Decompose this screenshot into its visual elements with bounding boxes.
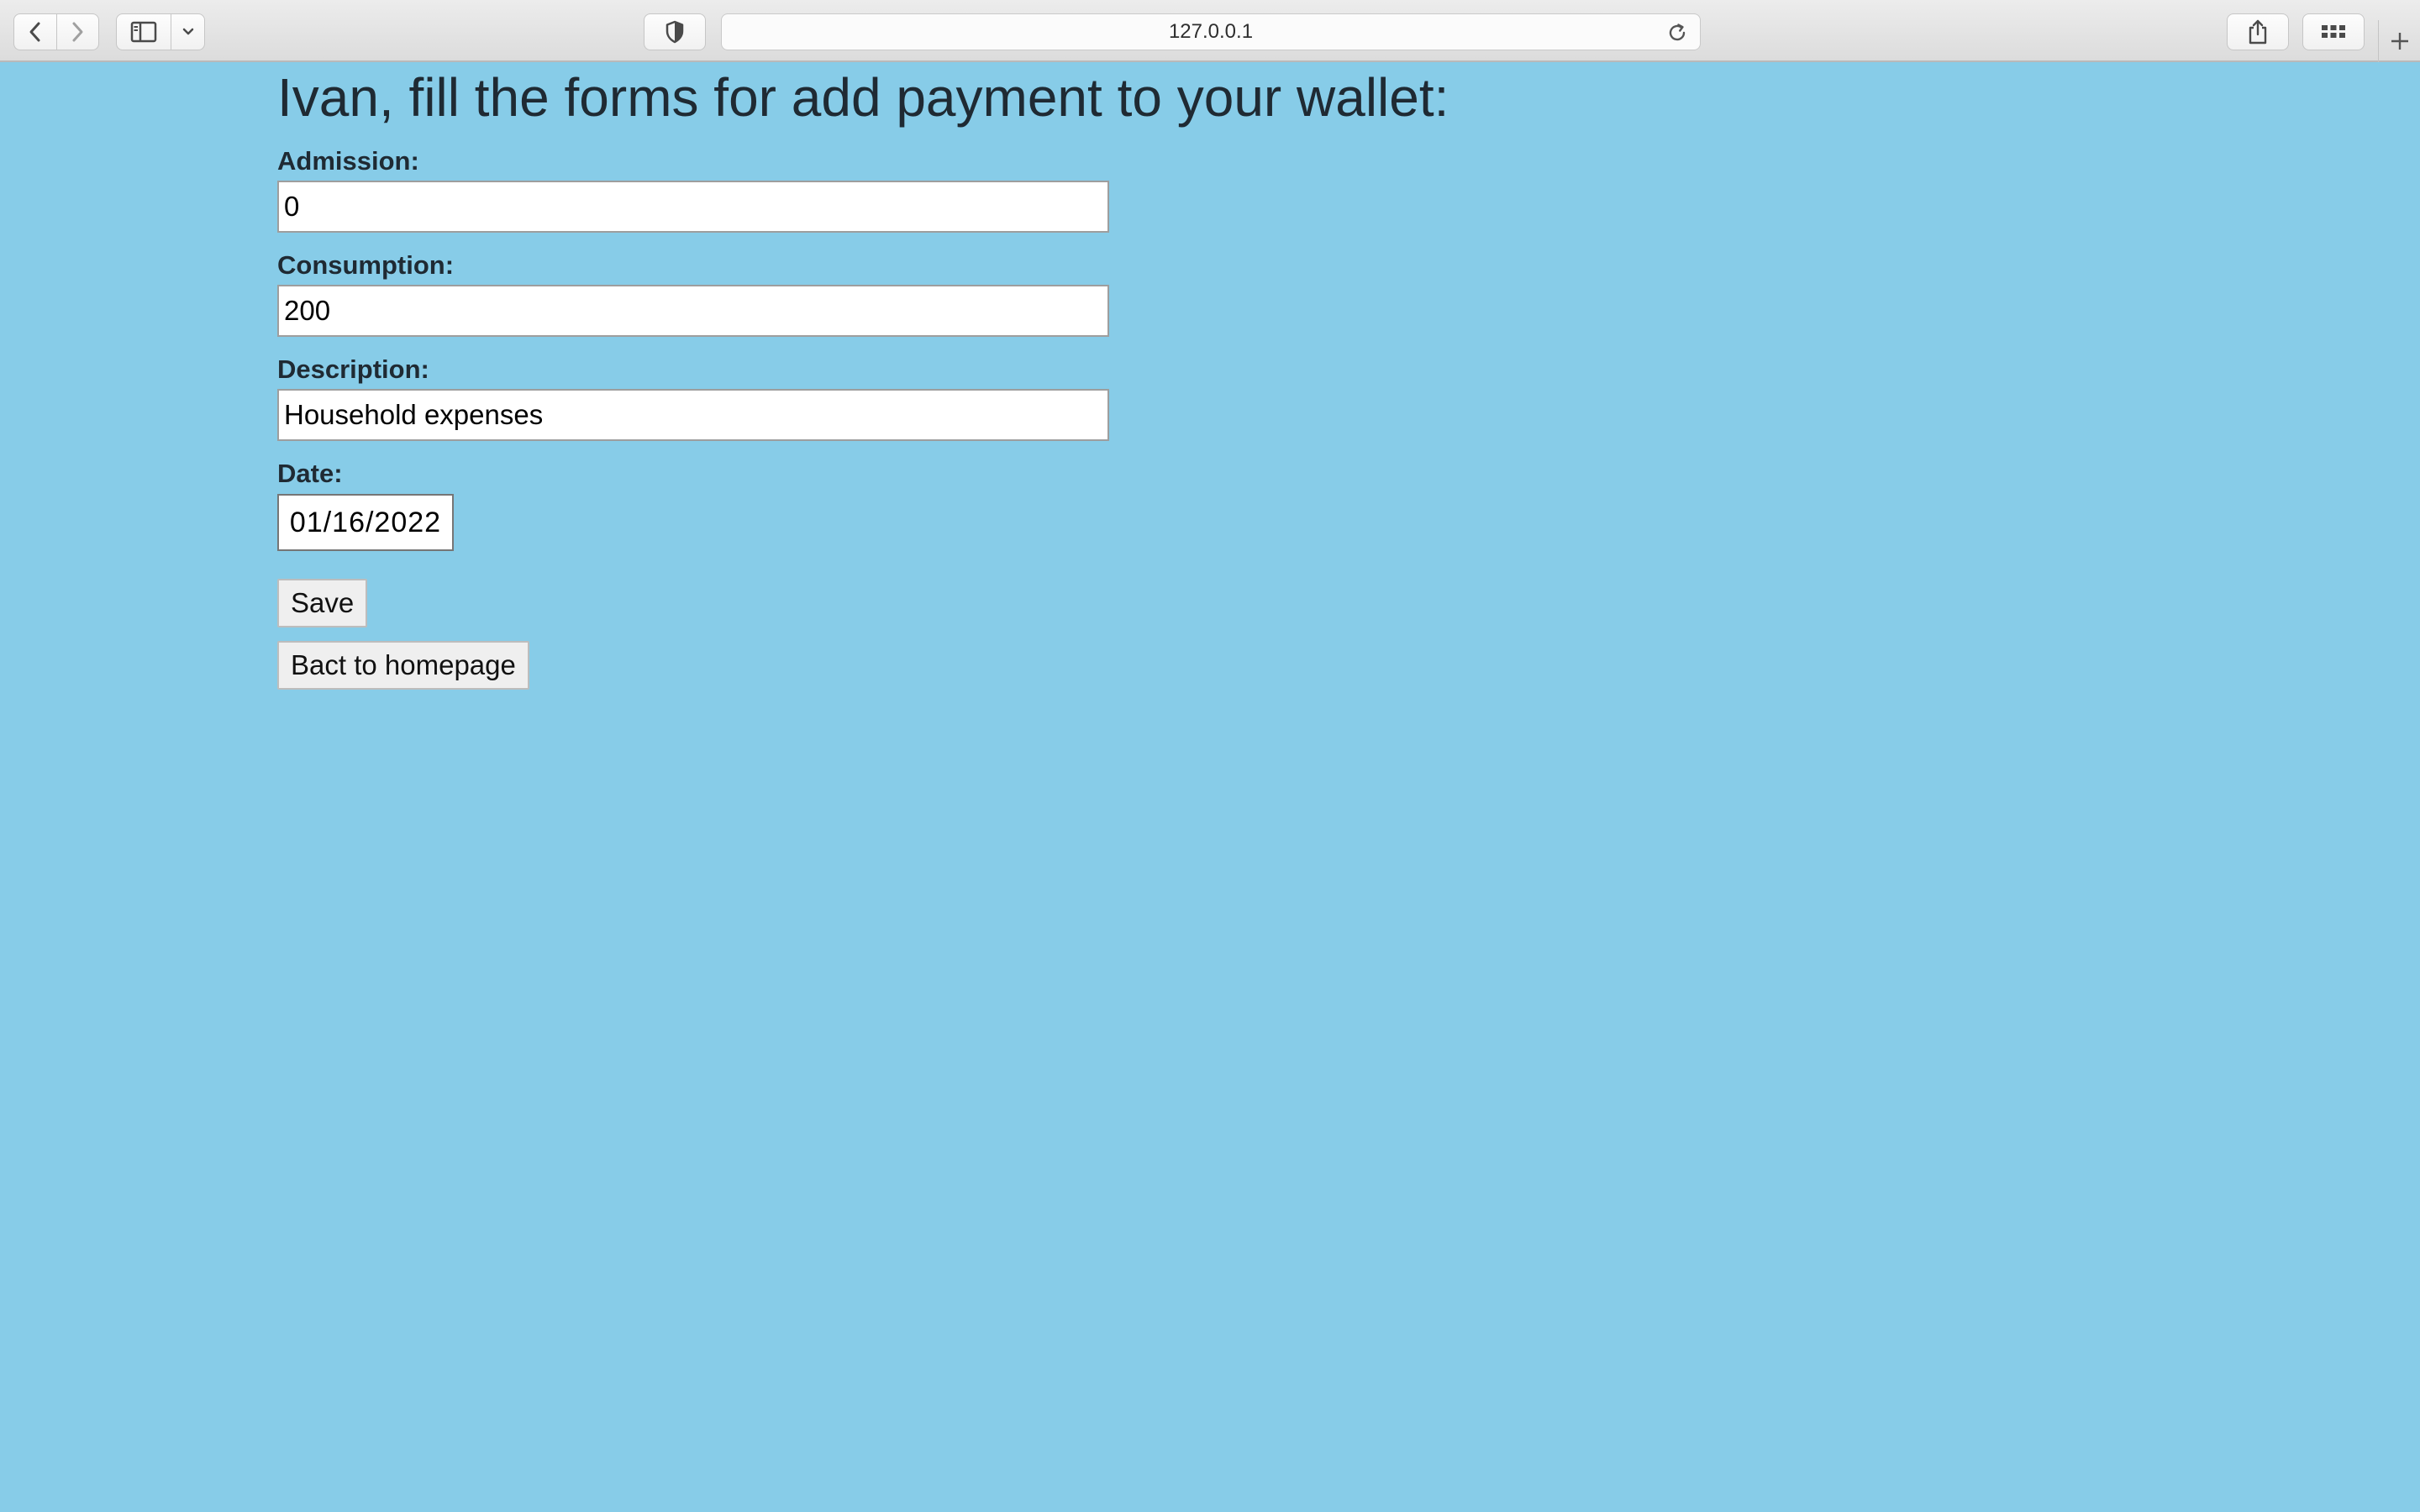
privacy-report-button[interactable] — [644, 13, 706, 50]
back-to-homepage-button[interactable]: Bact to homepage — [277, 641, 529, 690]
date-input[interactable]: 01/16/2022 — [277, 494, 454, 551]
plus-icon — [2391, 33, 2408, 50]
tab-overview-button[interactable] — [2302, 13, 2365, 50]
date-label: Date: — [277, 459, 343, 488]
address-bar[interactable]: 127.0.0.1 — [721, 13, 1701, 50]
sidebar-menu-button[interactable] — [171, 14, 204, 50]
consumption-input[interactable] — [277, 285, 1109, 337]
sidebar-icon — [130, 21, 157, 43]
consumption-label: Consumption: — [277, 250, 455, 280]
sidebar-controls — [116, 13, 205, 50]
admission-label: Admission: — [277, 146, 419, 176]
admission-input[interactable] — [277, 181, 1109, 233]
tab-overview-icon — [2322, 25, 2345, 38]
browser-toolbar: 127.0.0.1 — [0, 0, 2420, 62]
url-text: 127.0.0.1 — [1168, 20, 1254, 43]
back-button[interactable] — [14, 14, 56, 50]
save-button[interactable]: Save — [277, 579, 368, 627]
page-title: Ivan, fill the forms for add payment to … — [277, 67, 1449, 128]
shield-icon — [666, 20, 684, 44]
share-icon — [2249, 19, 2267, 45]
description-label: Description: — [277, 354, 429, 384]
chevron-down-icon — [182, 28, 193, 35]
share-button[interactable] — [2227, 13, 2289, 50]
forward-button[interactable] — [55, 14, 99, 50]
reload-icon[interactable] — [1666, 22, 1688, 44]
description-input[interactable] — [277, 389, 1109, 441]
chevron-left-icon — [29, 22, 40, 42]
new-tab-button[interactable] — [2378, 20, 2420, 62]
sidebar-toggle-button[interactable] — [117, 14, 171, 50]
navigation-buttons — [13, 13, 99, 50]
chevron-right-icon — [72, 22, 83, 42]
